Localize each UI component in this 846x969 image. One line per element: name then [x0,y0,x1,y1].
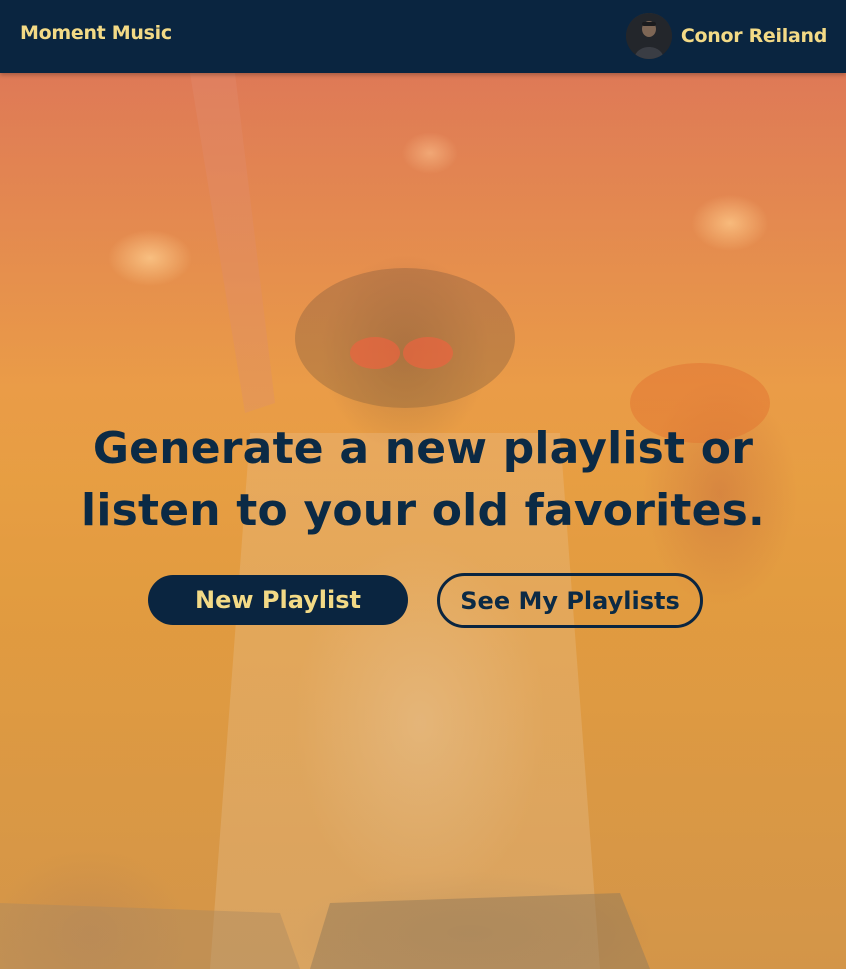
brand-logo-link[interactable]: Moment Music [20,22,172,44]
headline-line-1: Generate a new playlist or [92,423,754,474]
hero-headline: Generate a new playlist or listen to you… [0,418,846,542]
new-playlist-button[interactable]: New Playlist [148,575,408,625]
headline-line-2: listen to your old favorites. [81,485,765,536]
see-my-playlists-button[interactable]: See My Playlists [437,573,703,628]
user-avatar[interactable] [625,13,672,59]
top-navbar: Moment Music Conor Reiland [0,0,846,73]
user-name[interactable]: Conor Reiland [681,25,827,47]
user-profile-menu[interactable]: Conor Reiland [625,12,827,60]
landing-page: Moment Music Conor Reiland Generate a ne… [0,0,846,969]
avatar-photo-icon [625,13,672,59]
